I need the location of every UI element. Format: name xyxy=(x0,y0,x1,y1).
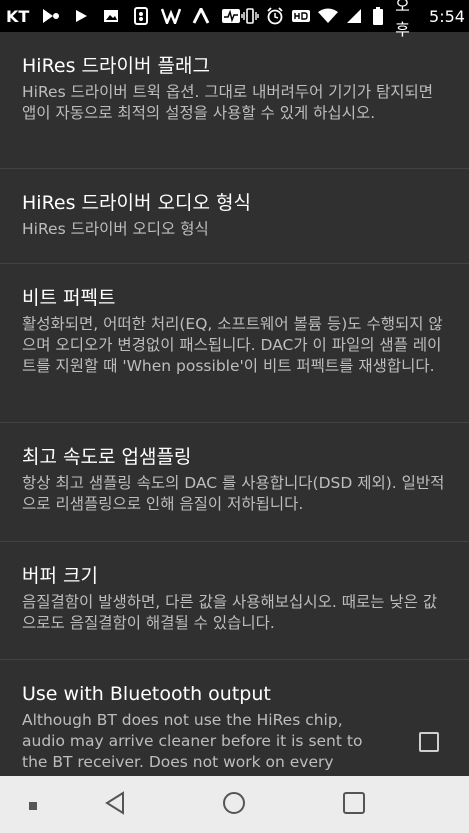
vibrate-icon xyxy=(241,6,260,26)
carrier-label: KT xyxy=(6,6,30,26)
ticket-icon xyxy=(131,6,151,26)
overview-icon xyxy=(343,791,365,818)
recents-dot-icon xyxy=(29,795,37,814)
overview-button[interactable] xyxy=(331,776,377,833)
pref-title: 버퍼 크기 xyxy=(22,565,98,587)
pref-title: 비트 퍼펙트 xyxy=(22,287,116,309)
pref-hires-driver-flags[interactable]: HiRes 드라이버 플래그 HiRes 드라이버 트윅 옵션. 그대로 내버려… xyxy=(0,32,469,169)
back-icon xyxy=(104,790,126,819)
pref-buffer-size[interactable]: 버퍼 크기 음질결함이 발생하면, 다른 값을 사용해보십시오. 때로는 낮은 … xyxy=(0,542,469,660)
pref-summary: HiRes 드라이버 오디오 형식 xyxy=(22,220,209,238)
pref-bluetooth-output[interactable]: Use with Bluetooth output Although BT do… xyxy=(0,660,469,776)
pref-title: HiRes 드라이버 플래그 xyxy=(22,55,210,77)
wifi-icon xyxy=(318,6,339,26)
pref-hires-audio-format[interactable]: HiRes 드라이버 오디오 형식 HiRes 드라이버 오디오 형식 xyxy=(0,169,469,264)
navigation-bar xyxy=(0,776,469,833)
home-icon xyxy=(222,791,246,819)
clock-label: 5:54 xyxy=(429,6,465,26)
pref-upsample-max-rate[interactable]: 최고 속도로 업샘플링 항상 최고 샘플링 속도의 DAC 를 사용합니다(DS… xyxy=(0,423,469,542)
pref-summary: 음질결함이 발생하면, 다른 값을 사용해보십시오. 때로는 낮은 값으로도 음… xyxy=(22,593,438,632)
home-button[interactable] xyxy=(211,776,257,833)
v-logo-icon xyxy=(161,6,182,26)
pref-summary: 항상 최고 샘플링 속도의 DAC 를 사용합니다(DSD 제외). 일반적으로… xyxy=(22,474,445,513)
pref-summary: 활성화되면, 어떠한 처리(EQ, 소프트웨어 볼륨 등)도 수행되지 않으며 … xyxy=(22,315,443,375)
back-button[interactable] xyxy=(92,776,138,833)
settings-list: HiRes 드라이버 플래그 HiRes 드라이버 트윅 옵션. 그대로 내버려… xyxy=(0,32,469,776)
pref-summary: Although BT does not use the HiRes chip,… xyxy=(22,711,363,771)
status-bar-left: KT xyxy=(6,6,241,26)
pref-title: 최고 속도로 업샘플링 xyxy=(22,446,192,468)
play-logo-icon xyxy=(41,6,61,26)
lambda-logo-icon xyxy=(191,6,211,26)
signal-icon xyxy=(345,6,362,26)
recents-dot-button[interactable] xyxy=(18,776,48,833)
pref-title: Use with Bluetooth output xyxy=(22,683,271,705)
status-bar: KT 오후 5:54 xyxy=(0,0,469,39)
alarm-icon xyxy=(266,6,284,26)
pref-bit-perfect[interactable]: 비트 퍼펙트 활성화되면, 어떠한 처리(EQ, 소프트웨어 볼륨 등)도 수행… xyxy=(0,264,469,423)
pulse-icon xyxy=(221,6,241,26)
pref-title: HiRes 드라이버 오디오 형식 xyxy=(22,192,251,214)
pref-summary: HiRes 드라이버 트윅 옵션. 그대로 내버려두어 기기가 탐지되면 앱이 … xyxy=(22,83,434,122)
battery-icon xyxy=(369,6,386,26)
hd-icon xyxy=(291,6,311,26)
bluetooth-output-checkbox[interactable] xyxy=(419,732,439,752)
image-icon xyxy=(101,6,121,26)
play-icon xyxy=(71,6,91,26)
